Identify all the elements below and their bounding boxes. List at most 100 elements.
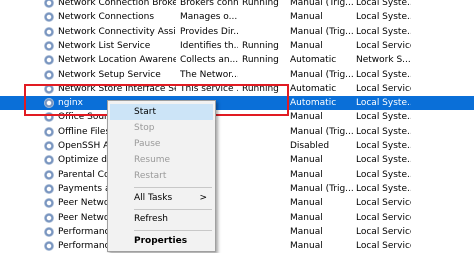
service-gear-icon xyxy=(44,225,56,239)
service-log-on-as: Local Syste... xyxy=(356,155,411,166)
service-startup-type: Manual xyxy=(290,198,323,209)
service-row[interactable]: Network Connections Manages o... Manual Loc… xyxy=(0,10,474,24)
menu-all-tasks-label: All Tasks xyxy=(134,193,173,203)
service-startup-type: Manual (Trig... xyxy=(290,26,354,37)
service-log-on-as: Local Service xyxy=(356,226,411,237)
service-log-on-as: Local Syste... xyxy=(356,141,411,151)
service-startup-type: Automatic xyxy=(290,98,337,109)
service-row[interactable]: Parental Co... Manual Local Syste... xyxy=(0,168,474,182)
service-row[interactable]: OpenSSH Au... Disabled Local Syste... xyxy=(0,139,474,153)
service-status: Running xyxy=(242,0,279,8)
service-log-on-as: Local Syste... xyxy=(356,169,411,180)
menu-all-tasks[interactable]: All Tasks > xyxy=(110,190,213,206)
service-description: The Networ... xyxy=(180,69,238,80)
service-log-on-as: Local Service xyxy=(356,40,411,51)
service-gear-icon xyxy=(44,125,56,139)
menu-start[interactable]: Start xyxy=(110,104,213,120)
service-row[interactable]: Network List Service Identifies th... Runn… xyxy=(0,39,474,53)
service-row[interactable]: Network Connection Broker Brokers conn...… xyxy=(0,0,474,10)
service-startup-type: Manual xyxy=(290,169,323,180)
service-row[interactable]: Performance... Manual Local Service xyxy=(0,239,474,253)
service-log-on-as: Local Syste... xyxy=(356,112,411,123)
service-log-on-as: Local Service xyxy=(356,83,411,94)
service-startup-type: Manual (Trig... xyxy=(290,0,354,8)
service-log-on-as: Local Service xyxy=(356,212,411,223)
service-startup-type: Automatic xyxy=(290,55,337,66)
service-log-on-as: Local Service xyxy=(356,241,411,252)
service-status xyxy=(242,125,287,139)
service-status xyxy=(242,168,287,182)
service-row[interactable]: Optimize dri... Manual Local Syste... xyxy=(0,153,474,167)
menu-refresh[interactable]: Refresh xyxy=(110,211,213,227)
service-gear-icon xyxy=(44,53,56,67)
service-startup-type: Manual (Trig... xyxy=(290,183,354,194)
service-gear-icon xyxy=(44,211,56,225)
context-menu: Start Stop Pause Resume Restart All Task… xyxy=(107,100,216,252)
service-status xyxy=(242,182,287,196)
service-startup-type: Manual xyxy=(290,212,323,223)
service-log-on-as: Local Syste... xyxy=(356,12,411,23)
service-startup-type: Manual xyxy=(290,112,323,123)
service-gear-icon xyxy=(44,10,56,24)
service-row[interactable]: Network Connectivity Assis... Provides Di… xyxy=(0,25,474,39)
service-name: Network Location Awareness xyxy=(58,55,176,66)
service-status: Running xyxy=(242,40,279,51)
service-description: Identifies th... xyxy=(180,40,238,51)
service-status: Running xyxy=(242,55,279,66)
menu-separator xyxy=(134,187,212,188)
service-startup-type: Manual xyxy=(290,241,323,252)
service-gear-icon xyxy=(44,168,56,182)
menu-restart: Restart xyxy=(134,171,167,181)
service-gear-icon xyxy=(44,182,56,196)
service-status xyxy=(242,153,287,167)
service-row[interactable]: Peer Networ... Manual Local Service xyxy=(0,211,474,225)
service-name: Network Setup Service xyxy=(58,69,161,80)
service-startup-type: Manual xyxy=(290,12,323,23)
service-gear-icon xyxy=(44,0,56,10)
menu-properties[interactable]: Properties xyxy=(110,233,213,249)
submenu-arrow-icon: > xyxy=(199,193,207,203)
service-gear-icon xyxy=(44,139,56,153)
service-row[interactable]: Performance... Manual Local Service xyxy=(0,225,474,239)
menu-stop: Stop xyxy=(134,123,155,133)
service-gear-icon xyxy=(44,153,56,167)
service-status xyxy=(242,10,287,24)
service-status xyxy=(242,239,287,253)
service-log-on-as: Local Service xyxy=(356,198,411,209)
service-log-on-as: Local Syste... xyxy=(356,0,411,8)
service-startup-type: Manual (Trig... xyxy=(290,126,354,137)
service-name: Network Connection Broker xyxy=(58,0,176,8)
service-row[interactable]: Offline Files Manual (Trig... Local Syste.… xyxy=(0,125,474,139)
service-gear-icon xyxy=(44,39,56,53)
service-gear-icon xyxy=(44,68,56,82)
service-row[interactable]: Network Location Awareness Collects an...… xyxy=(0,53,474,67)
service-gear-icon xyxy=(44,196,56,210)
service-description: Manages o... xyxy=(180,12,238,23)
menu-resume: Resume xyxy=(134,155,171,165)
service-startup-type: Manual xyxy=(290,155,323,166)
service-name: Network List Service xyxy=(58,40,151,51)
service-name: Network Connectivity Assis... xyxy=(58,26,176,37)
service-name: Network Connections xyxy=(58,12,155,23)
menu-pause: Pause xyxy=(134,139,161,149)
service-log-on-as: Local Syste... xyxy=(356,183,411,194)
service-status xyxy=(242,225,287,239)
service-startup-type: Automatic xyxy=(290,83,337,94)
service-gear-icon xyxy=(44,239,56,253)
service-row[interactable]: Payments an... Manual (Trig... Local Syste… xyxy=(0,182,474,196)
service-log-on-as: Local Syste... xyxy=(356,98,411,109)
service-status xyxy=(242,139,287,153)
service-row[interactable]: Peer Networ... Manual Local Service xyxy=(0,196,474,210)
service-startup-type: Manual (Trig... xyxy=(290,69,354,80)
service-description: Provides Dir... xyxy=(180,26,238,37)
service-description: Collects an... xyxy=(180,55,238,66)
service-log-on-as: Local Syste... xyxy=(356,69,411,80)
service-status xyxy=(242,196,287,210)
service-row[interactable]: Network Setup Service The Networ... Manual… xyxy=(0,68,474,82)
service-log-on-as: Network S... xyxy=(356,55,411,66)
service-description: Brokers conn... xyxy=(180,0,238,8)
service-log-on-as: Local Syste... xyxy=(356,26,411,37)
service-gear-icon xyxy=(44,25,56,39)
service-startup-type: Manual xyxy=(290,40,323,51)
service-startup-type: Manual xyxy=(290,226,323,237)
